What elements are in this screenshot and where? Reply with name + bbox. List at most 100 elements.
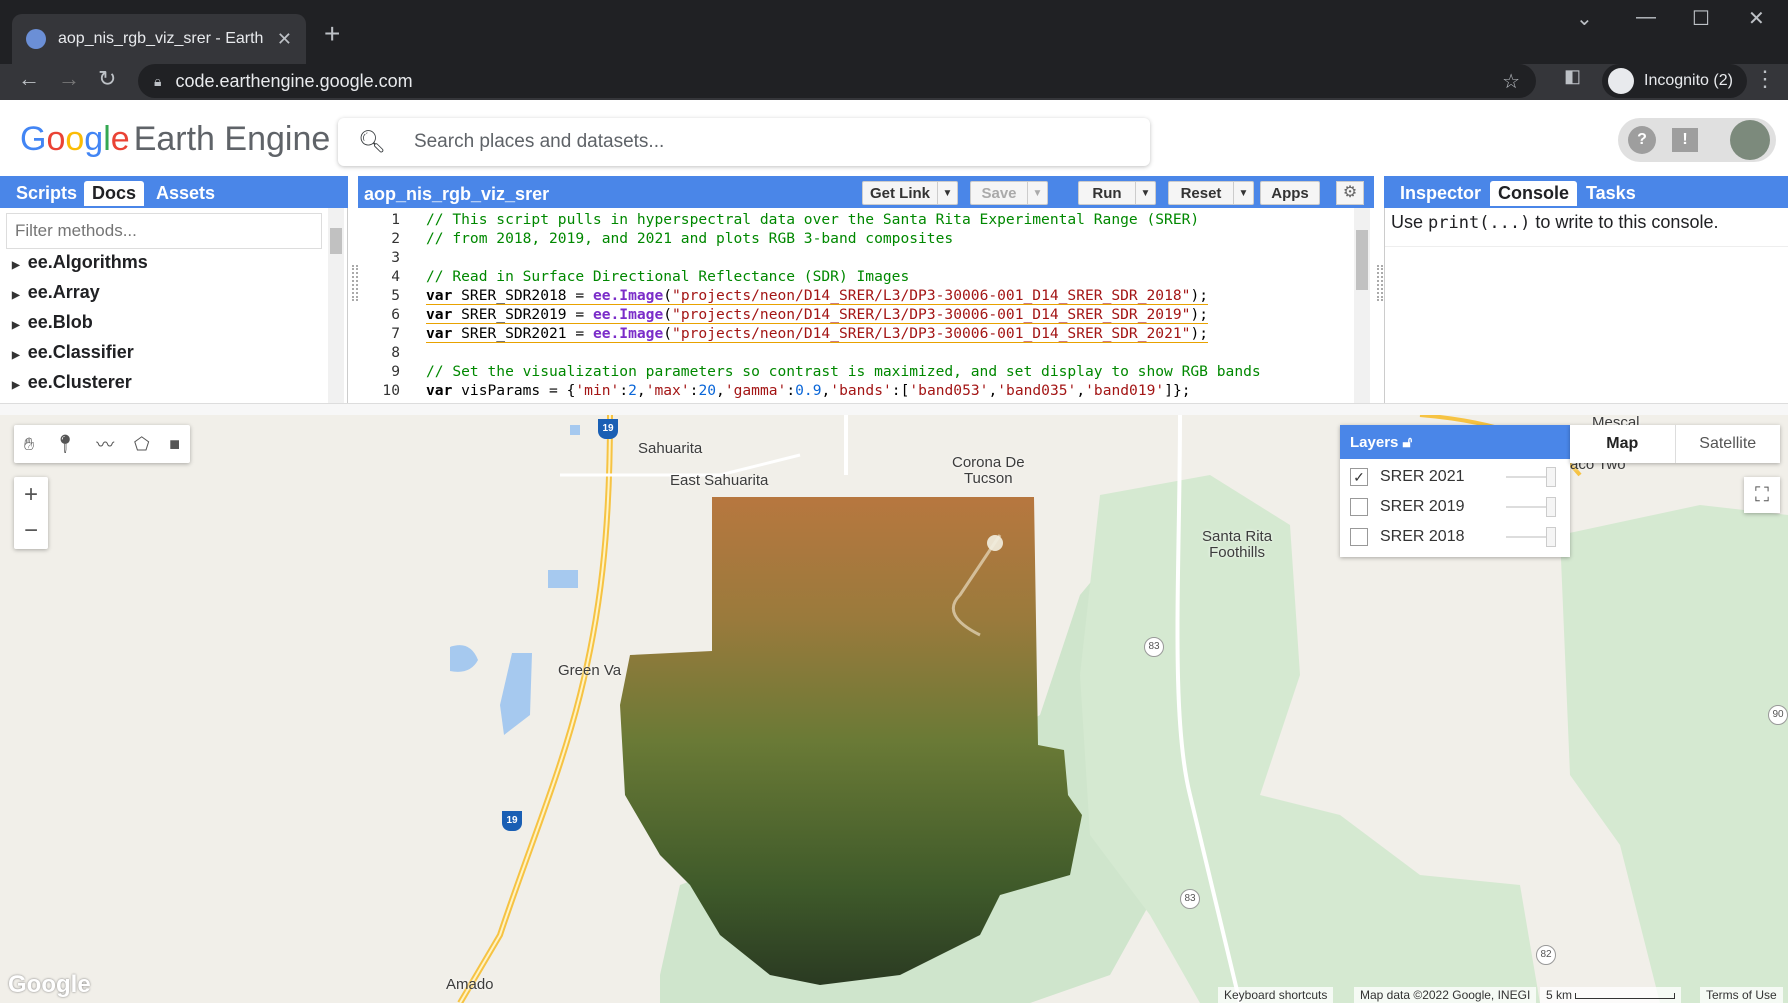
doc-item[interactable]: ▶ ee.Classifier	[12, 342, 134, 363]
search-places-input[interactable]: 🔍︎ Search places and datasets...	[338, 118, 1150, 166]
layer-row[interactable]: ✓ SRER 2021	[1350, 463, 1560, 491]
apps-button[interactable]: Apps	[1260, 181, 1320, 205]
incognito-icon	[1608, 68, 1634, 94]
side-panel-icon[interactable]: ◧	[1564, 66, 1581, 87]
console-panel: Use print(...) to write to this console.	[1384, 208, 1788, 403]
map-splitter[interactable]	[0, 403, 1788, 415]
lock-icon: 🔒︎	[154, 72, 162, 89]
layer-checkbox[interactable]: ✓	[1350, 468, 1368, 486]
script-name: aop_nis_rgb_viz_srer	[364, 184, 550, 204]
chevron-down-icon: ▼	[1233, 182, 1253, 204]
layer-name: SRER 2018	[1380, 528, 1465, 545]
route-83-shield: 83	[1180, 889, 1200, 909]
help-icon[interactable]: ?	[1628, 126, 1656, 154]
draw-polygon-icon[interactable]: ⬠	[134, 434, 150, 455]
google-map-logo: Google	[8, 971, 91, 998]
close-tab-icon[interactable]: ✕	[277, 29, 292, 50]
tab-assets[interactable]: Assets	[148, 181, 223, 206]
avatar[interactable]	[1730, 120, 1770, 160]
tab-console[interactable]: Console	[1490, 181, 1578, 206]
map-type-satellite-button[interactable]: Satellite	[1676, 425, 1781, 463]
browser-menu-icon[interactable]: ⋮	[1754, 66, 1776, 92]
new-tab-icon[interactable]: +	[324, 18, 340, 50]
expand-triangle-icon: ▶	[12, 350, 20, 361]
terms-of-use-link[interactable]: Terms of Use	[1700, 987, 1783, 1003]
layers-header[interactable]: Layers 🔓︎	[1340, 425, 1570, 459]
map-view[interactable]: ✋︎ 📍︎ 〰 ⬠ ■ + − 19 19 83 83 82 90 10 Sah…	[0, 415, 1788, 1003]
maximize-icon[interactable]: ☐	[1692, 6, 1710, 31]
layer-row[interactable]: SRER 2019	[1350, 493, 1560, 521]
right-divider-grip[interactable]	[1377, 265, 1383, 301]
layer-row[interactable]: SRER 2018	[1350, 523, 1560, 551]
place-label: Corona De Tucson	[952, 454, 1025, 487]
browser-tabstrip: aop_nis_rgb_viz_srer - Earth Engi ✕ + ⌄ …	[0, 0, 1788, 64]
drawing-tools: ✋︎ 📍︎ 〰 ⬠ ■	[14, 425, 190, 463]
close-window-icon[interactable]: ✕	[1748, 6, 1765, 31]
layer-checkbox[interactable]	[1350, 498, 1368, 516]
search-placeholder: Search places and datasets...	[413, 131, 665, 152]
browser-tab[interactable]: aop_nis_rgb_viz_srer - Earth Engi ✕	[12, 14, 306, 64]
zoom-out-button[interactable]: −	[14, 513, 48, 549]
browser-toolbar: ← → ↻ 🔒︎ code.earthengine.google.com ☆ ◧…	[0, 64, 1788, 100]
layer-name: SRER 2021	[1380, 468, 1465, 485]
doc-item[interactable]: ▶ ee.Array	[12, 282, 100, 303]
opacity-slider-knob[interactable]	[1546, 527, 1556, 547]
line-gutter: 1 2 3 4 5 6 7 8 9 10	[358, 208, 406, 403]
map-type-control: Map Satellite	[1570, 425, 1780, 463]
get-link-button[interactable]: Get Link ▼	[862, 181, 958, 205]
google-earth-engine-logo: Google Earth Engine	[20, 120, 331, 158]
draw-rectangle-icon[interactable]: ■	[169, 434, 180, 455]
tab-search-icon[interactable]: ⌄	[1576, 6, 1593, 31]
route-83-shield: 83	[1144, 637, 1164, 657]
tab-inspector[interactable]: Inspector	[1392, 181, 1489, 206]
layers-panel: Layers 🔓︎ ✓ SRER 2021 SRER 2019 SRER 201…	[1340, 425, 1570, 557]
bookmark-star-icon[interactable]: ☆	[1502, 69, 1520, 94]
reset-button[interactable]: Reset ▼	[1168, 181, 1254, 205]
chevron-down-icon: ▼	[1135, 182, 1155, 204]
chevron-down-icon: ▼	[1027, 182, 1047, 204]
editor-scrollbar[interactable]	[1354, 208, 1370, 403]
fullscreen-icon[interactable]: ⛶	[1744, 477, 1780, 513]
address-bar[interactable]: 🔒︎ code.earthengine.google.com ☆	[138, 64, 1536, 98]
minimize-icon[interactable]: —	[1636, 6, 1656, 29]
tab-docs[interactable]: Docs	[84, 181, 145, 206]
place-label: Sahuarita	[638, 440, 703, 457]
doc-item[interactable]: ▶ ee.Blob	[12, 312, 93, 333]
feedback-icon[interactable]: !	[1672, 128, 1698, 152]
tab-tasks[interactable]: Tasks	[1578, 181, 1644, 206]
incognito-label: Incognito (2)	[1644, 72, 1733, 89]
code-line: // This script pulls in hyperspectral da…	[426, 211, 1200, 228]
opacity-slider-knob[interactable]	[1546, 467, 1556, 487]
code-editor[interactable]: 1 2 3 4 5 6 7 8 9 10 // This script pull…	[358, 208, 1374, 403]
doc-item[interactable]: ▶ ee.Clusterer	[12, 372, 132, 393]
add-marker-icon[interactable]: 📍︎	[54, 434, 77, 455]
zoom-in-button[interactable]: +	[14, 477, 48, 513]
reload-icon[interactable]: ↻	[98, 66, 116, 92]
filter-methods-input[interactable]: Filter methods...	[6, 213, 322, 249]
incognito-indicator[interactable]: Incognito (2)	[1602, 64, 1747, 98]
forward-icon[interactable]: →	[58, 66, 80, 92]
opacity-slider-knob[interactable]	[1546, 497, 1556, 517]
left-panel-tabbar: Scripts Docs Assets	[0, 176, 348, 208]
layer-name: SRER 2019	[1380, 498, 1465, 515]
layer-checkbox[interactable]	[1350, 528, 1368, 546]
save-button[interactable]: Save ▼	[970, 181, 1048, 205]
left-divider-grip[interactable]	[352, 265, 358, 301]
place-label: East Sahuarita	[670, 472, 769, 489]
earth-engine-header: Google Earth Engine 🔍︎ Search places and …	[0, 100, 1788, 176]
place-label: Santa Rita Foothills	[1202, 528, 1273, 561]
docs-scrollbar[interactable]	[328, 208, 344, 403]
lock-icon: 🔓︎	[1402, 434, 1413, 451]
back-icon[interactable]: ←	[18, 66, 40, 92]
map-type-map-button[interactable]: Map	[1570, 425, 1676, 463]
doc-item[interactable]: ▶ ee.Algorithms	[12, 252, 148, 273]
tab-title: aop_nis_rgb_viz_srer - Earth Engi	[58, 30, 269, 47]
tab-scripts[interactable]: Scripts	[8, 181, 85, 206]
draw-line-icon[interactable]: 〰	[96, 431, 114, 457]
code-line: // from 2018, 2019, and 2021 and plots R…	[426, 230, 954, 247]
pan-hand-icon[interactable]: ✋︎	[24, 434, 34, 455]
run-button[interactable]: Run ▼	[1078, 181, 1156, 205]
keyboard-shortcuts-link[interactable]: Keyboard shortcuts	[1218, 987, 1334, 1003]
settings-gear-icon[interactable]: ⚙	[1336, 181, 1364, 205]
code-line: // Set the visualization parameters so c…	[426, 363, 1261, 380]
